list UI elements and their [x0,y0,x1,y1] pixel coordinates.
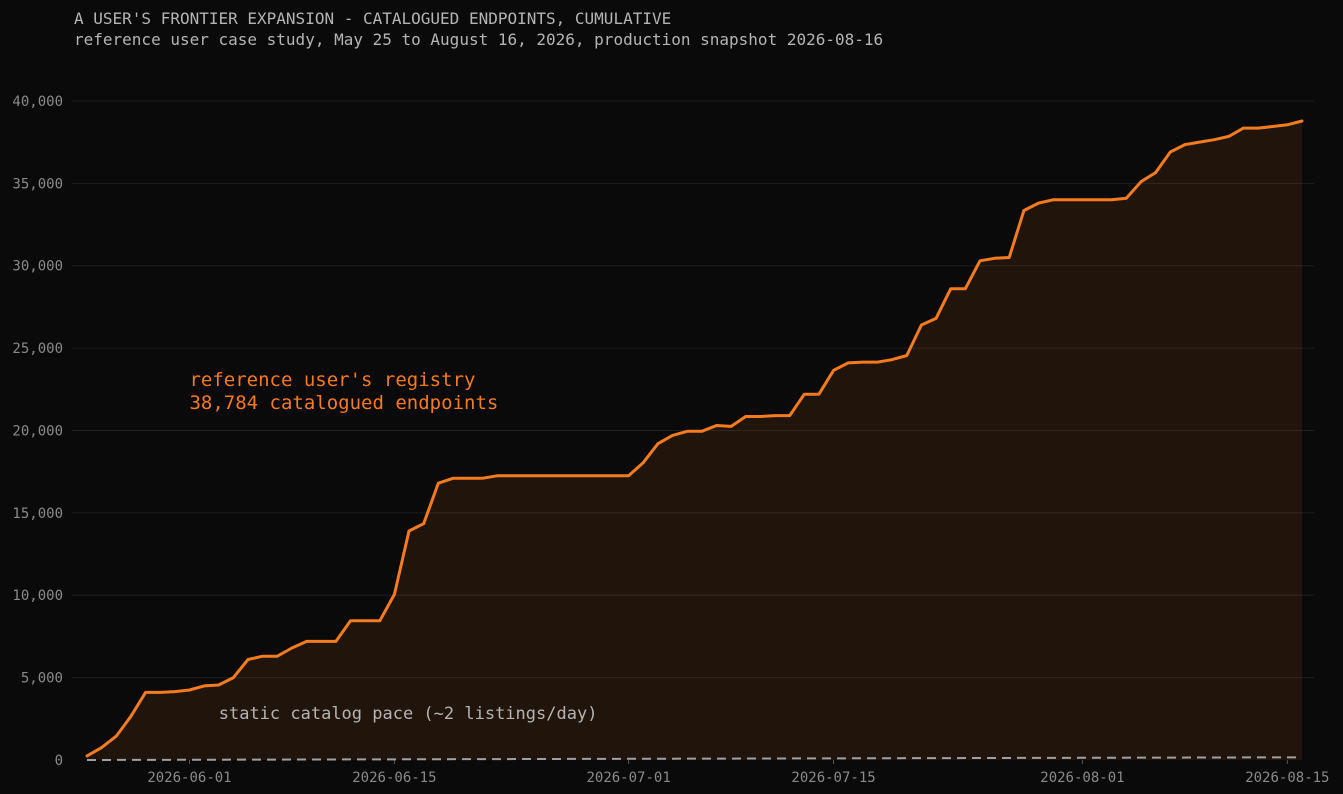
x-tick-label: 2026-07-15 [791,770,875,786]
chart-title: A USER'S FRONTIER EXPANSION - CATALOGUED… [74,9,671,28]
y-tick-label: 10,000 [12,588,63,604]
chart: A USER'S FRONTIER EXPANSION - CATALOGUED… [0,0,1343,794]
y-tick-label: 35,000 [12,176,63,192]
x-tick-label: 2026-08-15 [1245,770,1329,786]
y-tick-label: 25,000 [12,341,63,357]
y-tick-label: 15,000 [12,506,63,522]
y-tick-label: 40,000 [12,94,63,110]
x-tick-label: 2026-07-01 [586,770,670,786]
y-tick-label: 30,000 [12,259,63,275]
annotation-line: 38,784 catalogued endpoints [189,392,498,414]
annotation-line: static catalog pace (~2 listings/day) [219,704,598,724]
y-tick-label: 5,000 [21,671,63,687]
y-tick-label: 20,000 [12,423,63,439]
x-tick-label: 2026-06-01 [147,770,231,786]
static-pace-annotation: static catalog pace (~2 listings/day) [219,704,598,724]
x-tick-label: 2026-06-15 [352,770,436,786]
x-tick-label: 2026-08-01 [1040,770,1124,786]
registry-annotation: reference user's registry 38,784 catalogu… [189,369,498,414]
y-tick-label: 0 [55,753,63,769]
chart-subtitle: reference user case study, May 25 to Aug… [74,30,883,49]
annotation-line: reference user's registry [189,369,475,391]
